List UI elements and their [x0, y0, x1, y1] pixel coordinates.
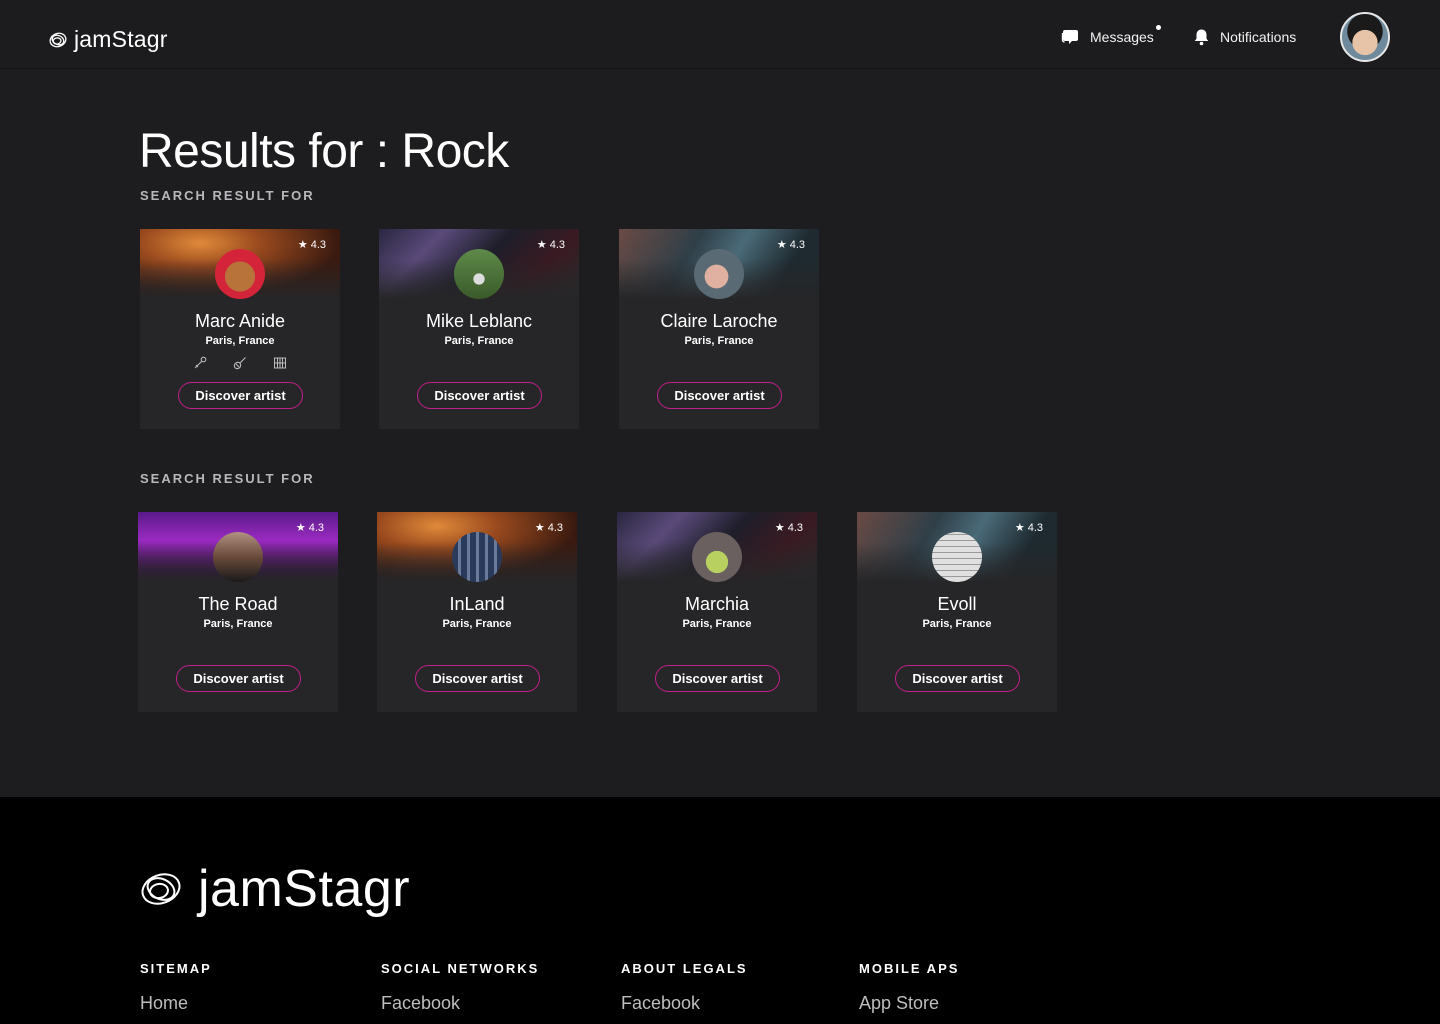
rating-badge: ★ 4.3 — [1014, 521, 1043, 535]
artist-location: Paris, France — [203, 618, 273, 630]
footer-column-social: SOCIAL NETWORKS Facebook — [381, 961, 539, 1014]
jamstagr-logo-icon — [141, 873, 181, 905]
discover-artist-button[interactable]: Discover artist — [178, 382, 303, 409]
artist-name: InLand — [449, 594, 505, 614]
artist-card: ★ 4.3 Marchia Paris, France Discover art… — [617, 512, 817, 712]
artist-avatar[interactable] — [694, 249, 744, 299]
artist-location: Paris, France — [684, 335, 754, 347]
star-icon: ★ — [1014, 522, 1025, 534]
top-navigation-bar: jamStagr Messages Notifications — [0, 0, 1440, 69]
artist-card: ★ 4.3 The Road Paris, France Discover ar… — [138, 512, 338, 712]
footer-link-app-store[interactable]: App Store — [859, 993, 959, 1014]
discover-artist-button[interactable]: Discover artist — [417, 382, 542, 409]
artist-avatar[interactable] — [454, 249, 504, 299]
instrument-icons — [140, 356, 340, 370]
rating-value: 4.3 — [1027, 521, 1043, 534]
artist-name: Claire Laroche — [660, 311, 778, 331]
footer-column-mobile: MOBILE APS App Store — [859, 961, 959, 1014]
footer-column-sitemap: SITEMAP Home — [140, 961, 212, 1014]
page-title: Results for : Rock — [139, 125, 509, 178]
discover-artist-button[interactable]: Discover artist — [657, 382, 782, 409]
messages-label-wrap: Messages — [1090, 24, 1161, 45]
footer-link-facebook[interactable]: Facebook — [621, 993, 748, 1014]
artist-name: The Road — [198, 594, 278, 614]
section-label-2: SEARCH RESULT FOR — [140, 471, 315, 486]
artist-name: Marc Anide — [194, 311, 286, 331]
rating-badge: ★ 4.3 — [295, 521, 324, 535]
footer-column-legals: ABOUT LEGALS Facebook — [621, 961, 748, 1014]
messages-icon — [1061, 30, 1078, 44]
artist-name: Mike Leblanc — [425, 311, 533, 331]
artist-card: ★ 4.3 Claire Laroche Paris, France Disco… — [619, 229, 819, 429]
microphone-icon — [194, 356, 207, 369]
footer-heading: SOCIAL NETWORKS — [381, 961, 540, 976]
footer-heading: SITEMAP — [140, 961, 212, 976]
discover-artist-button[interactable]: Discover artist — [415, 665, 540, 692]
messages-label: Messages — [1090, 28, 1154, 45]
keyboard-icon — [274, 357, 286, 369]
bell-icon — [1194, 29, 1209, 46]
artist-location: Paris, France — [682, 618, 752, 630]
notifications-link[interactable]: Notifications — [1193, 28, 1296, 46]
star-icon: ★ — [774, 522, 785, 534]
star-icon: ★ — [297, 239, 308, 251]
section-label-1: SEARCH RESULT FOR — [140, 188, 315, 203]
star-icon: ★ — [776, 239, 787, 251]
footer-heading: MOBILE APS — [859, 961, 960, 976]
artist-card: ★ 4.3 Evoll Paris, France Discover artis… — [857, 512, 1057, 712]
artist-card: ★ 4.3 Mike Leblanc Paris, France Discove… — [379, 229, 579, 429]
discover-artist-button[interactable]: Discover artist — [655, 665, 780, 692]
artist-avatar[interactable] — [932, 532, 982, 582]
brand-name: jamStagr — [74, 26, 168, 52]
rating-badge: ★ 4.3 — [536, 238, 565, 252]
artist-name: Marchia — [684, 594, 750, 614]
discover-artist-button[interactable]: Discover artist — [176, 665, 301, 692]
rating-value: 4.3 — [308, 521, 324, 534]
footer-link-facebook[interactable]: Facebook — [381, 993, 539, 1014]
artist-name: Evoll — [937, 594, 977, 614]
rating-badge: ★ 4.3 — [776, 238, 805, 252]
rating-badge: ★ 4.3 — [534, 521, 563, 535]
unread-dot — [1155, 24, 1161, 30]
artist-location: Paris, France — [205, 335, 275, 347]
brand-logo[interactable]: jamStagr — [48, 26, 168, 53]
rating-value: 4.3 — [789, 238, 805, 251]
notifications-label: Notifications — [1220, 29, 1297, 45]
footer-brand-name: jamStagr — [198, 860, 411, 918]
messages-link[interactable]: Messages — [1061, 24, 1161, 45]
artist-avatar[interactable] — [692, 532, 742, 582]
artist-avatar[interactable] — [215, 249, 265, 299]
rating-value: 4.3 — [310, 238, 326, 251]
user-avatar[interactable] — [1340, 12, 1390, 62]
artist-location: Paris, France — [442, 618, 512, 630]
star-icon: ★ — [536, 239, 547, 251]
artist-avatar[interactable] — [213, 532, 263, 582]
rating-value: 4.3 — [549, 238, 565, 251]
artist-location: Paris, France — [444, 335, 514, 347]
rating-badge: ★ 4.3 — [774, 521, 803, 535]
rating-value: 4.3 — [547, 521, 563, 534]
artist-card: ★ 4.3 InLand Paris, France Discover arti… — [377, 512, 577, 712]
star-icon: ★ — [295, 522, 306, 534]
footer-link-home[interactable]: Home — [140, 993, 212, 1014]
jamstagr-logo-icon — [49, 32, 67, 47]
rating-value: 4.3 — [787, 521, 803, 534]
footer: jamStagr SITEMAP Home SOCIAL NETWORKS Fa… — [0, 797, 1440, 1024]
footer-heading: ABOUT LEGALS — [621, 961, 748, 976]
rating-badge: ★ 4.3 — [297, 238, 326, 252]
star-icon: ★ — [534, 522, 545, 534]
footer-brand-logo[interactable]: jamStagr — [138, 859, 410, 919]
artist-avatar[interactable] — [452, 532, 502, 582]
artist-location: Paris, France — [922, 618, 992, 630]
guitar-icon — [233, 357, 246, 370]
artist-card: ★ 4.3 Marc Anide Paris, France Discover … — [140, 229, 340, 429]
discover-artist-button[interactable]: Discover artist — [895, 665, 1020, 692]
